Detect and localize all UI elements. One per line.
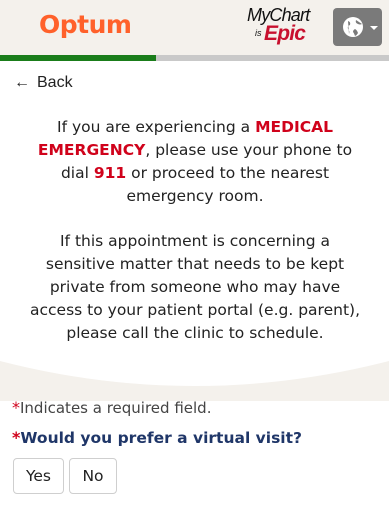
emergency-number: 911	[93, 164, 127, 182]
notice-text: or proceed to the nearest emergency room…	[126, 164, 330, 205]
virtual-visit-question: *Would you prefer a virtual visit?	[12, 428, 302, 447]
notice-text: If you are experiencing a	[57, 118, 256, 136]
back-link-label: Back	[37, 74, 73, 91]
globe-icon	[343, 17, 363, 37]
emergency-notice: If you are experiencing a MEDICAL EMERGE…	[30, 116, 360, 367]
language-button[interactable]	[333, 8, 382, 46]
chevron-down-icon	[370, 26, 378, 30]
mychart-epic-text: Epic	[264, 22, 306, 45]
mychart-epic-logo: MyChart is Epic	[243, 5, 319, 47]
required-field-note: *Indicates a required field.	[12, 398, 211, 417]
question-text: Would you prefer a virtual visit?	[20, 429, 303, 447]
yes-button[interactable]: Yes	[13, 458, 64, 494]
optum-logo[interactable]: Optum	[39, 10, 132, 39]
required-asterisk: *	[12, 398, 20, 417]
header-bar: Optum MyChart is Epic	[0, 0, 389, 55]
emergency-paragraph: If you are experiencing a MEDICAL EMERGE…	[30, 116, 360, 208]
arrow-left-icon: ←	[14, 74, 30, 91]
no-button[interactable]: No	[69, 458, 117, 494]
sensitive-matter-paragraph: If this appointment is concerning a sens…	[30, 232, 360, 342]
back-link[interactable]: ← Back	[14, 74, 73, 92]
required-note-text: Indicates a required field.	[20, 399, 212, 417]
mychart-is-text: is	[255, 28, 262, 38]
